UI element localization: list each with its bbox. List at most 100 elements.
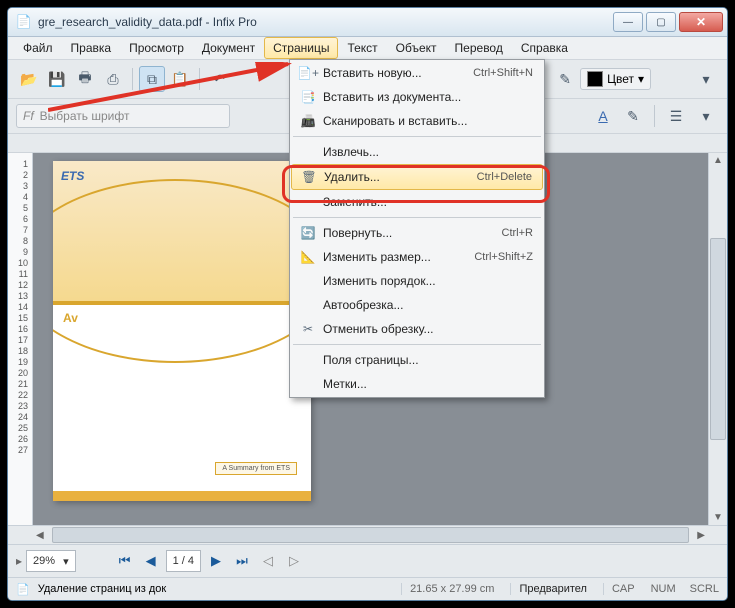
highlighter-icon[interactable]: ✎ (620, 103, 646, 129)
text-color-icon[interactable]: A (590, 103, 616, 129)
close-button[interactable]: ✕ (679, 12, 723, 32)
doc-badge: Av (63, 311, 78, 325)
menu-item[interactable]: 🗑Удалить...Ctrl+Delete (291, 164, 543, 190)
menu-item-label: Отменить обрезку... (319, 322, 537, 336)
vertical-scrollbar[interactable]: ▲ ▼ (708, 153, 727, 525)
menu-item-label: Заменить... (319, 195, 537, 209)
menu-item-icon: 📄+ (297, 66, 319, 80)
window-title: gre_research_validity_data.pdf - Infix P… (38, 15, 613, 29)
status-message: Удаление страниц из док (38, 583, 208, 595)
menu-item-shortcut: Ctrl+Shift+N (473, 67, 537, 79)
menu-item[interactable]: Извлечь... (291, 140, 543, 164)
next-page-button[interactable]: ▶ (205, 551, 227, 571)
menu-просмотр[interactable]: Просмотр (120, 37, 193, 59)
print-button[interactable]: 🖶 (72, 66, 98, 92)
status-caps: CAP (603, 583, 643, 595)
chevron-down-icon: ▾ (63, 555, 69, 568)
next-view-button[interactable]: ▷ (283, 551, 305, 571)
menu-item-icon: ✂ (297, 322, 319, 336)
scroll-up-icon[interactable]: ▲ (713, 155, 723, 166)
menu-item[interactable]: 📑Вставить из документа... (291, 85, 543, 109)
scroll-down-icon[interactable]: ▼ (713, 512, 723, 523)
menu-item-label: Метки... (319, 377, 537, 391)
status-bar: 📄 Удаление страниц из док 21.65 x 27.99 … (8, 577, 727, 600)
menu-item-shortcut: Ctrl+Delete (477, 171, 536, 183)
overflow-icon-2[interactable]: ▾ (693, 103, 719, 129)
menu-item[interactable]: 📐Изменить размер...Ctrl+Shift+Z (291, 245, 543, 269)
menu-item-label: Изменить размер... (319, 250, 474, 264)
menu-страницы[interactable]: Страницы (264, 37, 338, 59)
menu-файл[interactable]: Файл (14, 37, 62, 59)
vertical-ruler: 1234567891011121314151617181920212223242… (8, 153, 33, 525)
export-button[interactable]: ⎙ (100, 66, 126, 92)
collapse-icon[interactable]: ▸ (16, 554, 22, 568)
menu-item-shortcut: Ctrl+R (502, 227, 537, 239)
menu-item-label: Повернуть... (319, 226, 502, 240)
pdf-page: ETS Av A Summary from ETS (53, 161, 311, 501)
undo-button[interactable]: ↶ (206, 66, 232, 92)
navigation-bar: ▸ 29% ▾ ⏮ ◀ 1 / 4 ▶ ⏭ ◁ ▷ (8, 544, 727, 577)
menu-item-label: Вставить новую... (319, 66, 473, 80)
overflow-icon[interactable]: ▾ (693, 66, 719, 92)
paste-button[interactable]: 📋 (167, 66, 193, 92)
menu-текст[interactable]: Текст (338, 37, 386, 59)
page-selector[interactable]: 1 / 4 (166, 550, 201, 572)
menu-правка[interactable]: Правка (62, 37, 121, 59)
pencil-icon[interactable]: ✎ (552, 66, 578, 92)
menu-item[interactable]: 📄+Вставить новую...Ctrl+Shift+N (291, 61, 543, 85)
menu-item[interactable]: Заменить... (291, 190, 543, 214)
menu-item-label: Изменить порядок... (319, 274, 537, 288)
copy-button[interactable]: ⧉ (139, 66, 165, 92)
prev-page-button[interactable]: ◀ (140, 551, 162, 571)
menu-item[interactable]: Метки... (291, 372, 543, 396)
status-scrl: SCRL (684, 583, 719, 595)
menu-item-label: Сканировать и вставить... (319, 114, 537, 128)
prev-view-button[interactable]: ◁ (257, 551, 279, 571)
color-swatch (587, 71, 603, 87)
menu-item[interactable]: 🔄Повернуть...Ctrl+R (291, 221, 543, 245)
menu-item-label: Поля страницы... (319, 353, 537, 367)
font-placeholder: Выбрать шрифт (40, 109, 130, 123)
menu-объект[interactable]: Объект (387, 37, 446, 59)
menu-документ[interactable]: Документ (193, 37, 264, 59)
menu-item-icon: 📐 (297, 250, 319, 264)
open-button[interactable]: 📂 (16, 66, 42, 92)
menu-item-icon: 🗑 (298, 170, 320, 184)
font-selector[interactable]: Ff Выбрать шрифт (16, 104, 230, 128)
menu-перевод[interactable]: Перевод (446, 37, 512, 59)
menubar: ФайлПравкаПросмотрДокументСтраницыТекстО… (8, 37, 727, 60)
zoom-selector[interactable]: 29% ▾ (26, 550, 76, 572)
menu-item-shortcut: Ctrl+Shift+Z (474, 251, 537, 263)
save-button[interactable]: 💾 (44, 66, 70, 92)
maximize-button[interactable]: ▢ (646, 12, 676, 32)
last-page-button[interactable]: ⏭ (231, 551, 253, 571)
first-page-button[interactable]: ⏮ (114, 551, 136, 571)
menu-item-icon: 📑 (297, 90, 319, 104)
status-num: NUM (651, 583, 676, 595)
menu-item-label: Извлечь... (319, 145, 537, 159)
menu-item[interactable]: Изменить порядок... (291, 269, 543, 293)
status-dimensions: 21.65 x 27.99 cm (401, 583, 502, 595)
menu-item[interactable]: Поля страницы... (291, 348, 543, 372)
menu-item-label: Вставить из документа... (319, 90, 537, 104)
color-picker[interactable]: Цвет ▾ (580, 68, 651, 90)
status-preview: Предварител (510, 583, 595, 595)
color-label: Цвет (607, 72, 634, 86)
chevron-down-icon: ▾ (638, 72, 644, 86)
app-icon: 📄 (16, 14, 32, 30)
minimize-button[interactable]: — (613, 12, 643, 32)
pages-menu-dropdown: 📄+Вставить новую...Ctrl+Shift+N📑Вставить… (289, 59, 545, 398)
menu-справка[interactable]: Справка (512, 37, 577, 59)
align-icon[interactable]: ☰ (663, 103, 689, 129)
menu-item-label: Автообрезка... (319, 298, 537, 312)
doc-logo: ETS (61, 169, 84, 183)
menu-item[interactable]: ✂Отменить обрезку... (291, 317, 543, 341)
menu-item-icon: 📠 (297, 114, 319, 128)
status-icon: 📄 (16, 583, 30, 596)
menu-item[interactable]: Автообрезка... (291, 293, 543, 317)
titlebar: 📄 gre_research_validity_data.pdf - Infix… (8, 8, 727, 37)
menu-item[interactable]: 📠Сканировать и вставить... (291, 109, 543, 133)
menu-item-icon: 🔄 (297, 226, 319, 240)
menu-item-label: Удалить... (320, 170, 477, 184)
horizontal-scrollbar[interactable]: ◀ ▶ (8, 525, 727, 544)
